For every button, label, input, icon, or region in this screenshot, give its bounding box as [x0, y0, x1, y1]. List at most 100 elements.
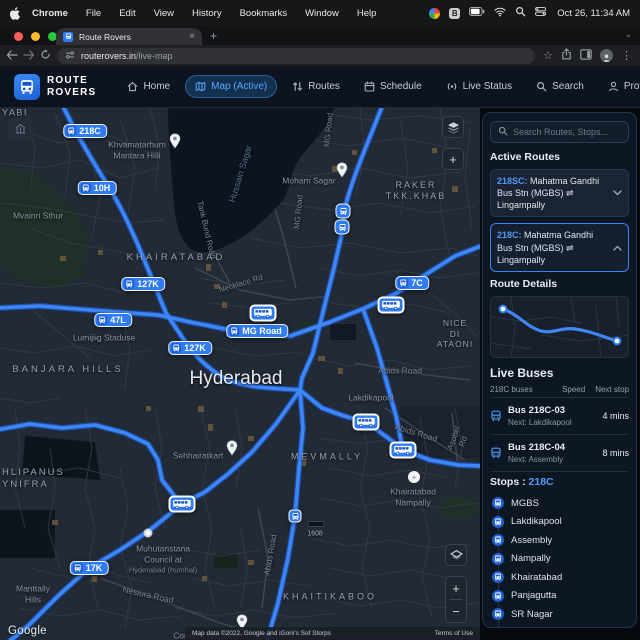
bus-icon [73, 563, 83, 573]
zoom-out-button[interactable]: − [446, 600, 466, 622]
tab-close-icon[interactable]: × [189, 32, 195, 42]
url-path: /live-map [136, 51, 173, 61]
route-badge-label: 218C [79, 126, 101, 136]
google-logo: Google [8, 625, 47, 637]
nav-item-routes[interactable]: Routes [283, 76, 349, 97]
stop-row-sr-nagar[interactable]: SR Nagar [490, 605, 629, 624]
tab-list-chevron-icon[interactable]: ⌄ [624, 29, 632, 40]
map-layers-bottom-button[interactable] [445, 544, 467, 566]
menu-view[interactable]: View [145, 8, 183, 19]
stop-row-mgbs[interactable]: MGBS [490, 494, 629, 513]
map-add-button[interactable]: + [442, 148, 464, 170]
bus-marker[interactable] [250, 305, 277, 322]
live-bus-row[interactable]: Bus 218C-04Next: Assembly8 mins [490, 437, 629, 469]
poi-pin[interactable] [169, 133, 181, 154]
route-badge-17k[interactable]: 17K [70, 561, 109, 575]
menu-history[interactable]: History [183, 8, 231, 19]
zoom-in-button[interactable]: + [446, 577, 466, 599]
wifi-icon[interactable] [494, 7, 506, 20]
menu-edit[interactable]: Edit [110, 8, 144, 19]
stop-bus-icon [492, 571, 504, 583]
nav-item-live[interactable]: Live Status [437, 76, 521, 97]
brand[interactable]: ROUTEROVERS [14, 74, 96, 100]
map-base-layer [0, 108, 480, 640]
route-badge-47l[interactable]: 47L [94, 313, 132, 327]
route-badge-127k[interactable]: 127K [168, 341, 212, 355]
chevron-up-icon[interactable] [613, 245, 622, 251]
route-badge-127k[interactable]: 127K [121, 277, 165, 291]
app-indicator-icon[interactable] [429, 8, 440, 19]
apple-logo-icon[interactable] [10, 7, 21, 20]
app-b-icon[interactable]: B [449, 8, 460, 19]
map-attribution: Map data ©2022, Google and iGoni's Sof S… [185, 627, 480, 640]
nav-item-search[interactable]: Search [527, 76, 593, 97]
bus-marker[interactable] [335, 220, 350, 235]
stop-bus-icon [492, 608, 504, 620]
route-badge-7c[interactable]: 7C [395, 276, 429, 290]
spotlight-search-icon[interactable] [515, 6, 526, 20]
route-badge-10h[interactable]: 10H [78, 181, 117, 195]
nav-item-map[interactable]: Map (Active) [185, 75, 277, 98]
route-card-218SC[interactable]: 218SC: Mahatma Gandhi Bus Stn (MGBS) ⇌ L… [490, 169, 629, 217]
profile-avatar[interactable] [600, 49, 613, 62]
route-card-218C[interactable]: 218C: Mahatma Gandhi Bus Stn (MGBS) ⇌ Li… [490, 223, 629, 271]
route-badge-218c[interactable]: 218C [63, 124, 107, 138]
menu-help[interactable]: Help [348, 8, 386, 19]
poi-pin[interactable] [336, 162, 348, 183]
bus-marker[interactable] [336, 204, 351, 219]
route-badge-mg-road[interactable]: MG Road [226, 324, 288, 338]
search-routes-input[interactable] [513, 127, 621, 137]
poi-pin[interactable] [144, 529, 153, 538]
monument-poi-icon[interactable] [8, 116, 33, 141]
menu-bookmarks[interactable]: Bookmarks [231, 8, 297, 19]
app-navbar: ROUTEROVERS Home Map (Active) Routes Schedu… [0, 66, 640, 108]
poi-pin[interactable] [226, 440, 238, 461]
back-button[interactable] [6, 47, 18, 65]
browser-tab[interactable]: Route Rovers × [56, 28, 202, 45]
new-tab-button[interactable]: + [210, 29, 217, 43]
bus-marker[interactable] [390, 442, 417, 459]
sidebar-search[interactable] [490, 121, 629, 143]
bus-marker[interactable] [289, 510, 302, 523]
bus-marker[interactable] [169, 496, 196, 513]
menu-file[interactable]: File [77, 8, 110, 19]
nav-item-label: Home [143, 81, 170, 92]
tab-favicon-bus-icon [63, 32, 73, 42]
stop-row-lingampally[interactable]: Lingampally [490, 623, 629, 628]
battery-icon [469, 7, 485, 19]
menu-window[interactable]: Window [296, 8, 348, 19]
nav-item-profile[interactable]: Profile [599, 76, 640, 97]
bookmark-star-icon[interactable]: ☆ [543, 49, 553, 62]
menubar-clock[interactable]: Oct 26, 11:34 AM [557, 8, 630, 19]
chevron-down-icon[interactable] [613, 190, 622, 196]
site-settings-icon[interactable] [65, 50, 75, 62]
nav-item-home[interactable]: Home [118, 76, 179, 97]
share-icon[interactable] [561, 47, 572, 65]
poi-pin[interactable]: + [408, 471, 420, 483]
stop-row-nampally[interactable]: Nampally [490, 549, 629, 568]
side-panel-icon[interactable] [580, 47, 592, 65]
window-close-button[interactable] [14, 32, 23, 41]
window-minimize-button[interactable] [31, 32, 40, 41]
nav-item-label: Schedule [380, 81, 422, 92]
stop-row-assembly[interactable]: Assembly [490, 531, 629, 550]
map-layers-button[interactable] [442, 116, 464, 138]
nav-item-schedule[interactable]: Schedule [355, 76, 431, 97]
browser-menu-icon[interactable]: ⋮ [621, 49, 632, 62]
stop-row-lakdikapool[interactable]: Lakdikapool [490, 512, 629, 531]
map-canvas[interactable]: YABIKhvamatarhum Mantara HilliHussain Sa… [0, 108, 480, 640]
stop-row-panjagutta[interactable]: Panjagutta [490, 586, 629, 605]
stop-label: Khairatabad [511, 572, 562, 583]
menu-chrome[interactable]: Chrome [23, 8, 77, 19]
bus-marker[interactable] [378, 297, 405, 314]
forward-button[interactable] [23, 47, 35, 65]
control-center-icon[interactable] [535, 7, 546, 19]
live-bus-row[interactable]: Bus 218C-03Next: Lakdikapool4 mins [490, 400, 629, 432]
reload-button[interactable] [40, 47, 51, 65]
url-text[interactable]: routerovers.in/live-map [81, 51, 173, 61]
url-bar[interactable]: routerovers.in/live-map [57, 48, 535, 64]
stop-row-khairatabad[interactable]: Khairatabad [490, 568, 629, 587]
route-details-minimap[interactable] [490, 296, 629, 358]
terms-of-use-link[interactable]: Terms of Use [435, 630, 473, 637]
bus-marker[interactable] [353, 414, 380, 431]
